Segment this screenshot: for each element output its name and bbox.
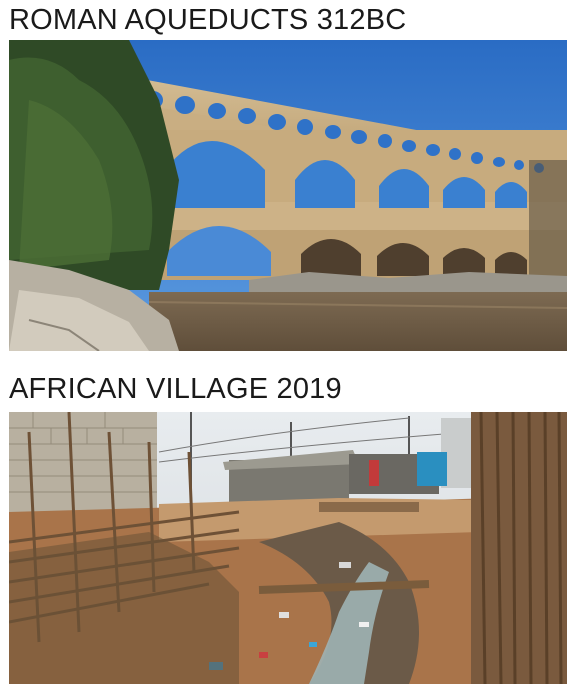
aqueduct-photo — [9, 40, 567, 351]
river — [149, 292, 567, 351]
village-photo — [9, 412, 567, 684]
top-caption: ROMAN AQUEDUCTS 312BC — [9, 4, 407, 36]
blue-laundry — [417, 452, 447, 486]
plank-bridge — [319, 502, 419, 512]
bottom-caption: AFRICAN VILLAGE 2019 — [9, 373, 342, 405]
wooden-wall — [471, 412, 567, 684]
